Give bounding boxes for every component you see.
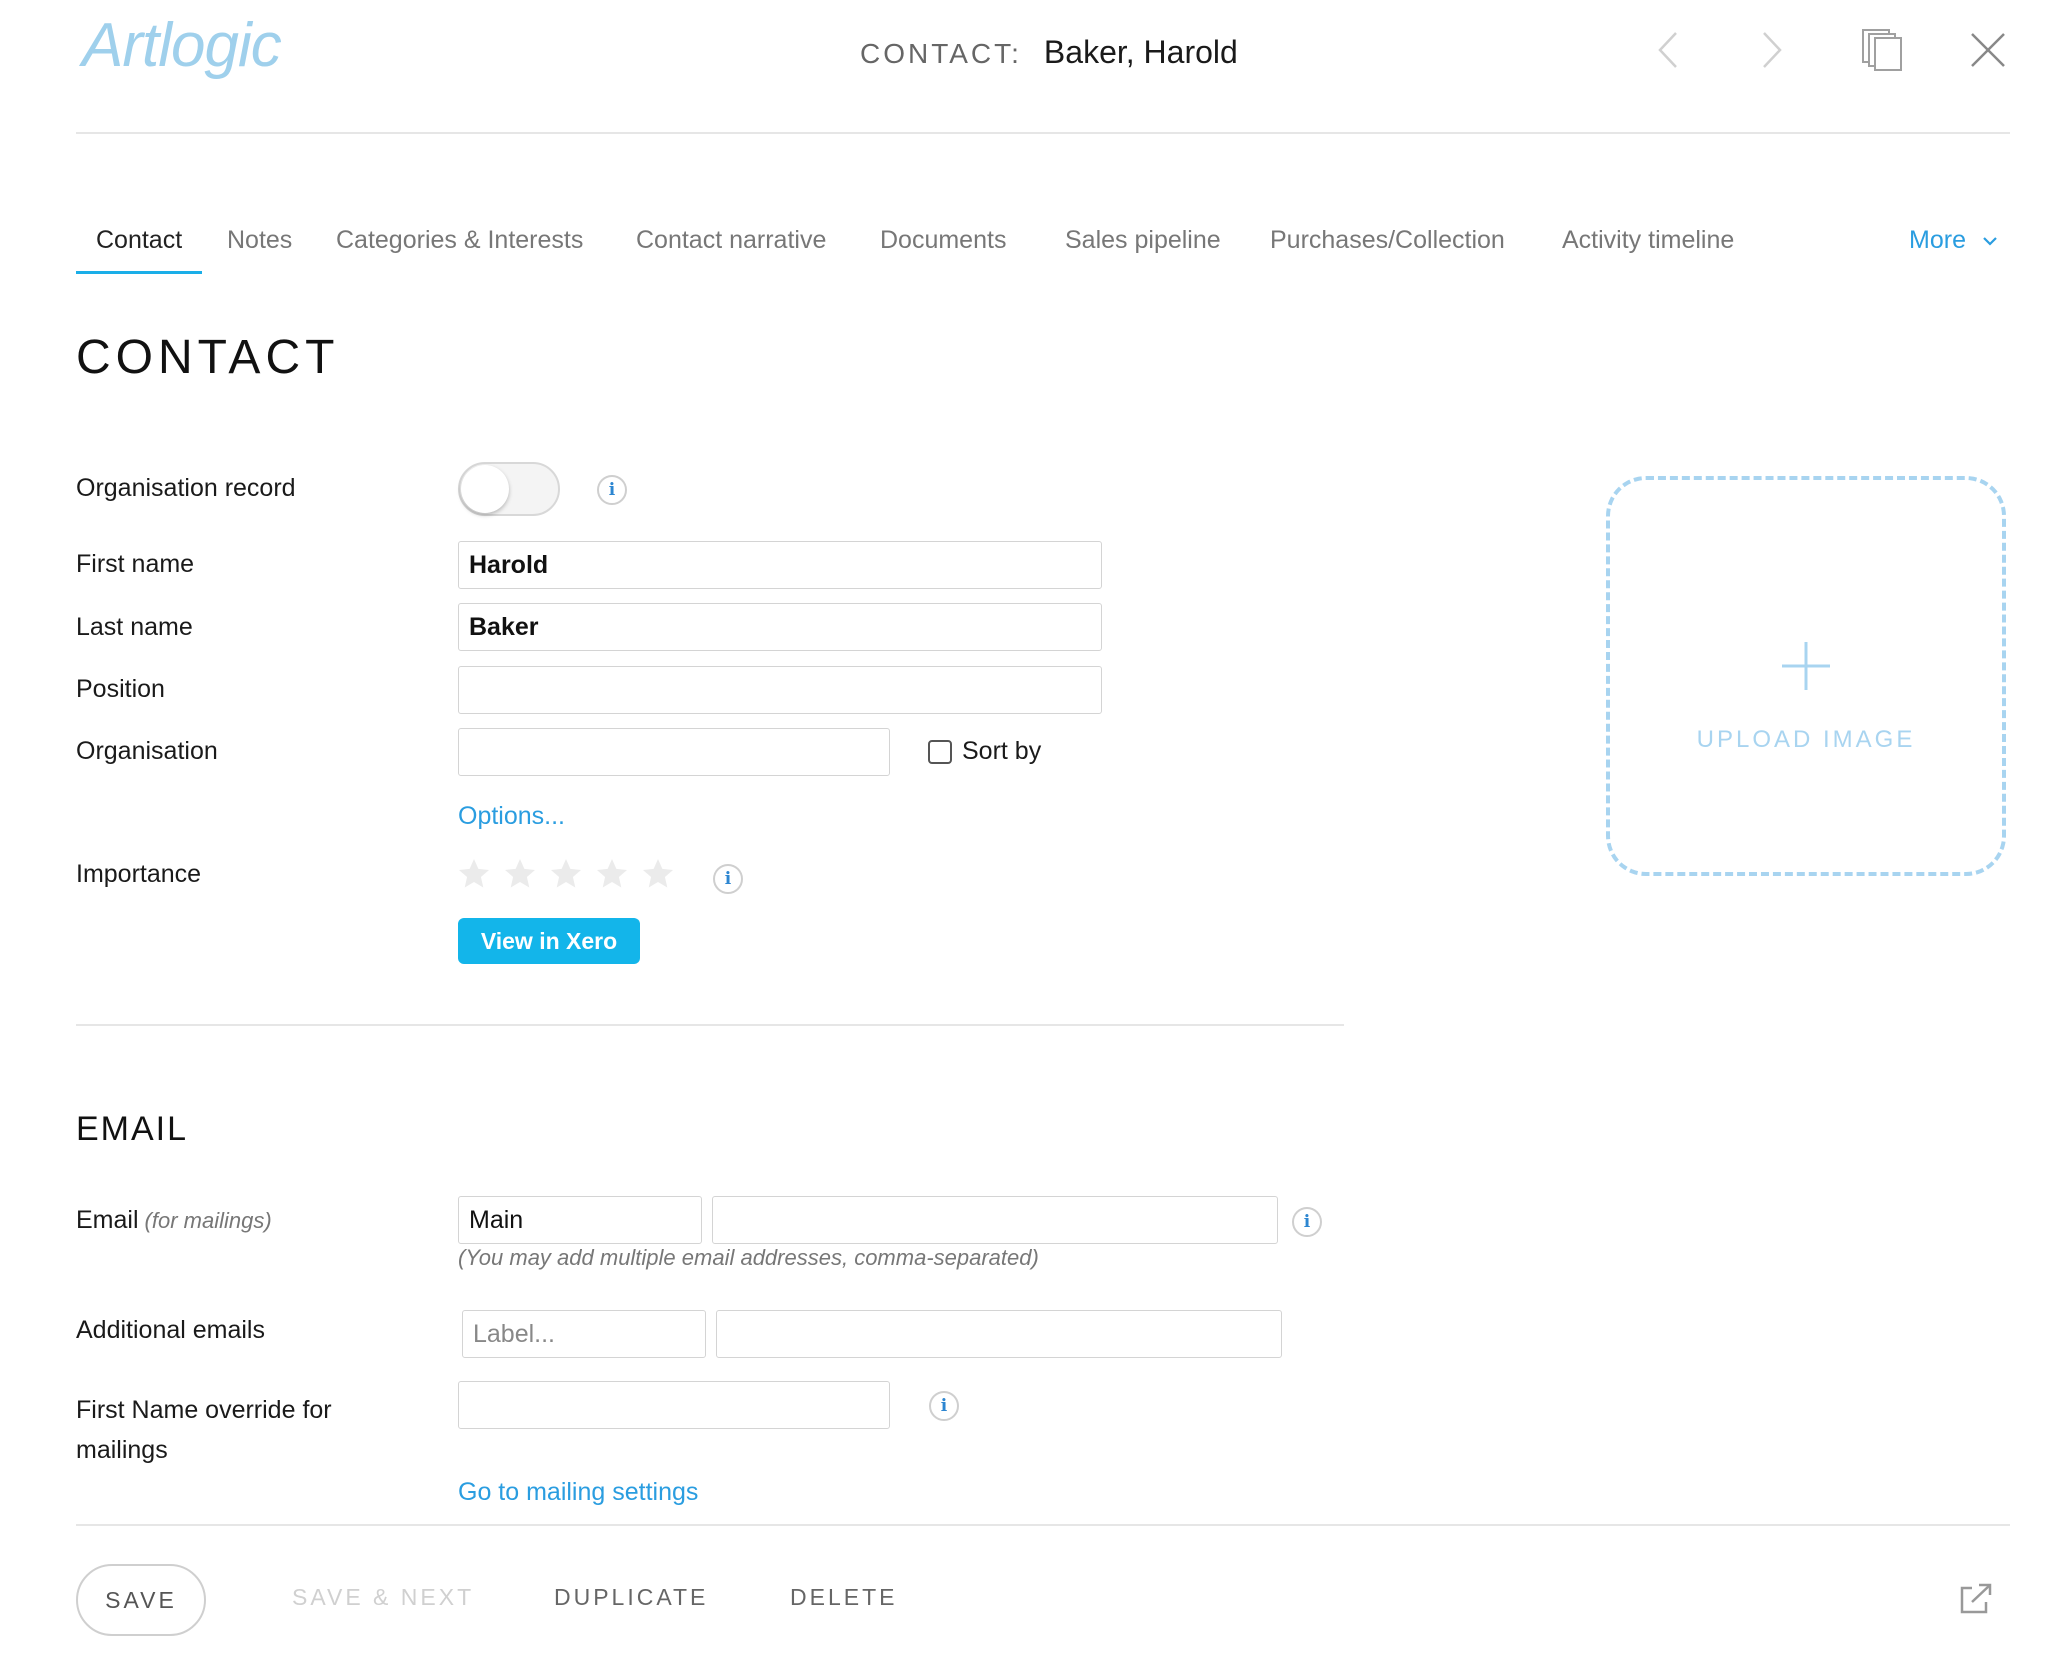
additional-email-label-input[interactable]	[462, 1310, 706, 1358]
info-icon[interactable]: i	[929, 1391, 959, 1421]
star-icon[interactable]	[456, 856, 492, 892]
tab-bar: Contact Notes Categories & Interests Con…	[76, 220, 2010, 276]
artlogic-logo[interactable]: Artlogic	[82, 10, 282, 81]
info-icon[interactable]: i	[713, 864, 743, 894]
tab-contact[interactable]: Contact	[76, 220, 203, 274]
importance-rating[interactable]	[456, 856, 686, 892]
tab-documents[interactable]: Documents	[860, 220, 1026, 274]
first-name-input[interactable]	[458, 541, 1102, 589]
more-tabs-dropdown[interactable]: More	[1909, 226, 1998, 255]
close-icon	[1971, 33, 2005, 67]
organisation-record-toggle[interactable]	[458, 462, 560, 516]
position-label: Position	[76, 675, 165, 703]
chevron-down-icon	[1983, 236, 1997, 246]
view-in-xero-button[interactable]: View in Xero	[458, 918, 640, 964]
external-link-icon[interactable]	[1958, 1582, 1994, 1616]
more-label: More	[1909, 226, 1966, 254]
organisation-label: Organisation	[76, 737, 218, 765]
checkbox-box[interactable]	[928, 739, 952, 764]
next-record-button[interactable]	[1750, 28, 1794, 72]
contact-section-title: CONTACT	[76, 331, 340, 384]
email-label-text: Email	[76, 1206, 139, 1234]
star-icon[interactable]	[594, 856, 630, 892]
chevron-right-icon	[1763, 32, 1782, 68]
copy-record-button[interactable]	[1860, 28, 1904, 72]
close-button[interactable]	[1966, 28, 2010, 72]
chevron-left-icon	[1658, 32, 1677, 68]
email-helper-text: (You may add multiple email addresses, c…	[458, 1245, 1039, 1270]
first-name-label: First name	[76, 550, 195, 578]
star-icon[interactable]	[548, 856, 584, 892]
toggle-knob	[461, 465, 509, 513]
sort-by-checkbox[interactable]: Sort by	[928, 737, 1041, 766]
tab-contact-narrative[interactable]: Contact narrative	[616, 220, 846, 274]
tab-activity-timeline[interactable]: Activity timeline	[1542, 220, 1754, 274]
first-name-override-input[interactable]	[458, 1381, 890, 1429]
copy-icon	[1862, 29, 1902, 71]
importance-label: Importance	[76, 860, 202, 888]
section-divider	[76, 1024, 1344, 1026]
sort-by-label: Sort by	[962, 737, 1042, 765]
record-name: Baker, Harold	[1043, 34, 1238, 70]
email-label: Email (for mailings)	[76, 1206, 272, 1235]
upload-image-label: UPLOAD IMAGE	[1696, 726, 1916, 753]
last-name-input[interactable]	[458, 603, 1102, 651]
header-divider	[76, 132, 2010, 134]
mailing-settings-link[interactable]: Go to mailing settings	[458, 1478, 698, 1507]
tab-purchases-collection[interactable]: Purchases/Collection	[1250, 220, 1525, 274]
header: Artlogic CONTACT: Baker, Harold	[0, 0, 2058, 134]
plus-icon	[1782, 642, 1830, 690]
delete-button[interactable]: DELETE	[790, 1584, 897, 1611]
previous-record-button[interactable]	[1646, 28, 1690, 72]
record-type-label: CONTACT:	[860, 38, 1022, 69]
first-name-override-label: First Name override for mailings	[76, 1390, 332, 1470]
additional-emails-label: Additional emails	[76, 1316, 265, 1344]
tab-sales-pipeline[interactable]: Sales pipeline	[1045, 220, 1241, 274]
position-input[interactable]	[458, 666, 1102, 714]
star-icon[interactable]	[502, 856, 538, 892]
override-label-line2: mailings	[76, 1436, 168, 1464]
save-button[interactable]: SAVE	[76, 1564, 206, 1636]
record-heading: CONTACT: Baker, Harold	[860, 34, 1238, 71]
options-link[interactable]: Options...	[458, 802, 565, 831]
organisation-input[interactable]	[458, 728, 890, 776]
info-icon[interactable]: i	[1292, 1207, 1322, 1237]
organisation-record-label: Organisation record	[76, 474, 296, 502]
star-icon[interactable]	[640, 856, 676, 892]
tab-categories-interests[interactable]: Categories & Interests	[316, 220, 603, 274]
duplicate-button[interactable]: DUPLICATE	[554, 1584, 708, 1611]
override-label-line1: First Name override for	[76, 1396, 332, 1424]
email-section-title: EMAIL	[76, 1110, 189, 1148]
upload-image-dropzone[interactable]: UPLOAD IMAGE	[1606, 476, 2006, 876]
email-type-input[interactable]	[458, 1196, 702, 1244]
tab-notes[interactable]: Notes	[207, 220, 312, 274]
save-next-button[interactable]: SAVE & NEXT	[292, 1584, 474, 1611]
info-icon[interactable]: i	[597, 475, 627, 505]
email-label-hint: (for mailings)	[144, 1208, 272, 1233]
email-input[interactable]	[712, 1196, 1278, 1244]
additional-email-input[interactable]	[716, 1310, 1282, 1358]
last-name-label: Last name	[76, 613, 193, 641]
footer-divider	[76, 1524, 2010, 1526]
